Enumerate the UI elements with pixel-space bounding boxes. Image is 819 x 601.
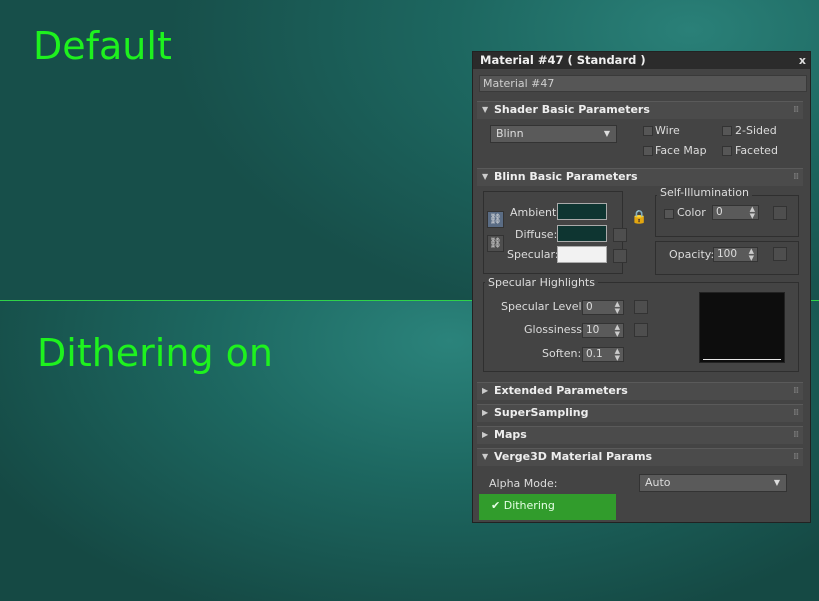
rollout-title: Verge3D Material Params: [494, 450, 653, 463]
soften-spinner[interactable]: 0.1 ▲ ▼: [582, 347, 624, 362]
rollout-maps[interactable]: ▶ Maps ⁞⁞: [477, 426, 803, 444]
dithering-checkbox[interactable]: ✔ Dithering: [479, 494, 616, 520]
specular-level-map-button[interactable]: [634, 300, 648, 314]
lock-ambient-diffuse-map-icon[interactable]: ⛓: [487, 211, 504, 228]
grip-icon: ⁞⁞: [793, 105, 799, 115]
grip-icon: ⁞⁞: [793, 452, 799, 462]
self-illum-value: 0: [716, 206, 723, 218]
opacity-spinner[interactable]: 100 ▲ ▼: [713, 247, 758, 262]
spinner-arrows-icon: ▲ ▼: [749, 205, 755, 220]
panel-title: Material #47 ( Standard ): [480, 53, 646, 67]
viewport-label-dithering: Dithering on: [37, 331, 273, 375]
faceted-label: Faceted: [735, 144, 778, 157]
collapsed-triangle-icon: ▶: [482, 408, 489, 417]
ambient-color-swatch[interactable]: [557, 203, 607, 220]
chevron-down-icon: ▼: [603, 129, 610, 138]
soften-label: Soften:: [542, 347, 582, 360]
checkmark-icon: ✔: [491, 499, 501, 512]
alpha-mode-dropdown[interactable]: Auto ▼: [639, 474, 787, 492]
specular-level-label: Specular Level:: [501, 300, 586, 313]
specular-highlights-title: Specular Highlights: [485, 276, 598, 289]
verge3d-body: Alpha Mode: Auto ▼ ✔ Dithering: [477, 466, 803, 520]
expanded-triangle-icon: ▼: [482, 105, 489, 114]
material-name-field[interactable]: Material #47: [479, 75, 807, 92]
rollout-title: Shader Basic Parameters: [494, 103, 650, 116]
rollout-title: SuperSampling: [494, 406, 589, 419]
diffuse-label: Diffuse:: [515, 228, 558, 241]
opacity-value: 100: [717, 248, 738, 260]
grip-icon: ⁞⁞: [793, 172, 799, 182]
faceted-checkbox[interactable]: [722, 146, 732, 156]
wire-label: Wire: [655, 124, 680, 137]
rollout-title: Maps: [494, 428, 527, 441]
lock-icon[interactable]: 🔒: [631, 210, 647, 225]
expanded-triangle-icon: ▼: [482, 452, 489, 461]
material-editor-panel: Material #47 ( Standard ) x Material #47…: [472, 51, 811, 523]
grip-icon: ⁞⁞: [793, 386, 799, 396]
specular-label: Specular:: [507, 248, 559, 261]
specular-level-spinner[interactable]: 0 ▲ ▼: [582, 300, 624, 315]
opacity-label: Opacity:: [669, 248, 715, 261]
grip-icon: ⁞⁞: [793, 430, 799, 440]
dithering-label: Dithering: [503, 499, 555, 512]
glossiness-value: 10: [586, 324, 600, 336]
close-icon[interactable]: x: [799, 52, 806, 69]
rollout-blinn-basic[interactable]: ▼ Blinn Basic Parameters ⁞⁞: [477, 168, 803, 186]
opacity-map-button[interactable]: [773, 247, 787, 261]
self-illumination-title: Self-Illumination: [657, 186, 752, 199]
spinner-arrows-icon: ▲ ▼: [614, 300, 620, 315]
shader-basic-body: Blinn ▼ Wire 2-Sided Face Map Faceted: [477, 119, 803, 165]
self-illum-map-button[interactable]: [773, 206, 787, 220]
glossiness-label: Glossiness:: [524, 323, 586, 336]
two-sided-label: 2-Sided: [735, 124, 777, 137]
rollout-extended-parameters[interactable]: ▶ Extended Parameters ⁞⁞: [477, 382, 803, 400]
rollout-verge3d-material-params[interactable]: ▼ Verge3D Material Params ⁞⁞: [477, 448, 803, 466]
expanded-triangle-icon: ▼: [482, 172, 489, 181]
grip-icon: ⁞⁞: [793, 408, 799, 418]
spinner-arrows-icon: ▲ ▼: [748, 247, 754, 262]
wire-checkbox[interactable]: [643, 126, 653, 136]
specular-color-swatch[interactable]: [557, 246, 607, 263]
highlight-curve-line: [703, 359, 781, 360]
self-illum-spinner[interactable]: 0 ▲ ▼: [712, 205, 759, 220]
glossiness-spinner[interactable]: 10 ▲ ▼: [582, 323, 624, 338]
collapsed-triangle-icon: ▶: [482, 386, 489, 395]
soften-value: 0.1: [586, 348, 603, 360]
alpha-mode-label: Alpha Mode:: [489, 477, 558, 490]
specular-level-value: 0: [586, 301, 593, 313]
spinner-arrows-icon: ▲ ▼: [614, 323, 620, 338]
rollout-title: Extended Parameters: [494, 384, 628, 397]
diffuse-color-swatch[interactable]: [557, 225, 607, 242]
ambient-label: Ambient:: [510, 206, 561, 219]
shader-type-value: Blinn: [496, 127, 524, 140]
two-sided-checkbox[interactable]: [722, 126, 732, 136]
alpha-mode-value: Auto: [645, 476, 671, 489]
specular-highlight-curve-preview: [699, 292, 785, 363]
shader-type-dropdown[interactable]: Blinn ▼: [490, 125, 617, 143]
rollout-supersampling[interactable]: ▶ SuperSampling ⁞⁞: [477, 404, 803, 422]
chevron-down-icon: ▼: [773, 478, 780, 487]
panel-titlebar[interactable]: Material #47 ( Standard ) x: [473, 52, 810, 69]
rollout-title: Blinn Basic Parameters: [494, 170, 638, 183]
diffuse-map-button[interactable]: [613, 228, 627, 242]
viewport-label-default: Default: [33, 24, 172, 68]
self-illum-color-checkbox[interactable]: [664, 209, 674, 219]
specular-map-button[interactable]: [613, 249, 627, 263]
face-map-checkbox[interactable]: [643, 146, 653, 156]
collapsed-triangle-icon: ▶: [482, 430, 489, 439]
glossiness-map-button[interactable]: [634, 323, 648, 337]
rollout-shader-basic[interactable]: ▼ Shader Basic Parameters ⁞⁞: [477, 101, 803, 119]
blinn-basic-body: ⛓ Ambient: ⛓ Diffuse: Specular: 🔒 Self-I…: [477, 186, 803, 378]
self-illum-color-label: Color: [677, 206, 706, 219]
link-icon[interactable]: ⛓: [487, 235, 504, 252]
face-map-label: Face Map: [655, 144, 707, 157]
spinner-arrows-icon: ▲ ▼: [614, 347, 620, 362]
